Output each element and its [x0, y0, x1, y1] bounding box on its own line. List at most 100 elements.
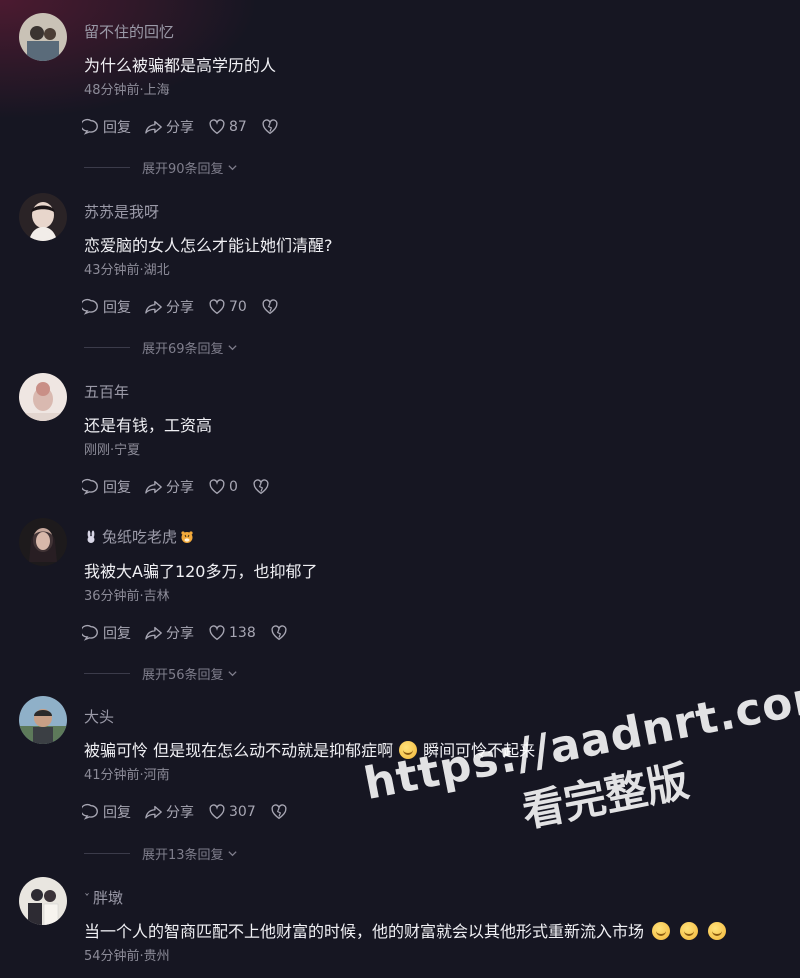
reply-label: 回复: [103, 300, 131, 316]
username-row[interactable]: ˇ 胖墩: [84, 887, 123, 908]
chevron-down-icon: [227, 670, 237, 676]
share-label: 分享: [166, 626, 194, 642]
share-button[interactable]: 分享: [145, 117, 194, 137]
v-badge-icon: ˇ: [84, 892, 90, 906]
share-arrow-icon: [145, 120, 162, 134]
reply-label: 回复: [103, 805, 131, 821]
divider-line: [84, 852, 130, 854]
share-button[interactable]: 分享: [145, 477, 194, 497]
comment-text: 为什么被骗都是高学历的人: [84, 56, 277, 75]
thinking-face-emoji: [708, 922, 727, 940]
username[interactable]: 苏苏是我呀: [84, 201, 159, 222]
reply-label: 回复: [103, 120, 131, 136]
avatar[interactable]: [19, 13, 67, 61]
comment-text-part: 瞬间可怜不起来: [423, 741, 536, 760]
chevron-down-icon: [227, 850, 237, 856]
heart-icon: [209, 299, 225, 315]
comment-actions: 回复 分享 0: [82, 476, 287, 498]
username[interactable]: 大头: [84, 706, 114, 727]
share-label: 分享: [166, 480, 194, 496]
expand-label: 展开69条回复: [142, 341, 224, 357]
reply-button[interactable]: 回复: [82, 297, 131, 317]
comment-text: 我被大A骗了120多万，也抑郁了: [84, 562, 318, 581]
dislike-button[interactable]: [270, 624, 291, 642]
reply-button[interactable]: 回复: [82, 802, 131, 822]
share-arrow-icon: [145, 626, 162, 640]
share-label: 分享: [166, 120, 194, 136]
watermark: https://aadnrt.com 看完整版: [360, 668, 800, 868]
expand-label: 展开56条回复: [142, 667, 224, 683]
dislike-button[interactable]: [270, 803, 291, 821]
comment-actions: 回复 分享 70: [82, 296, 296, 318]
heart-icon: [209, 625, 225, 641]
chevron-down-icon: [227, 164, 237, 170]
heart-icon: [209, 119, 225, 135]
avatar[interactable]: [19, 877, 67, 925]
comment-text: 还是有钱，工资高: [84, 416, 213, 435]
like-button[interactable]: 138: [208, 624, 256, 642]
dislike-button[interactable]: [261, 298, 282, 316]
share-arrow-icon: [145, 300, 162, 314]
avatar[interactable]: [19, 373, 67, 421]
reply-button[interactable]: 回复: [82, 623, 131, 643]
reply-button[interactable]: 回复: [82, 117, 131, 137]
comment-actions: 回复 分享 307: [82, 801, 305, 823]
like-button[interactable]: 307: [208, 803, 256, 821]
username[interactable]: 留不住的回忆: [84, 21, 174, 42]
like-count: 0: [229, 479, 238, 495]
comment-text: 被骗可怜 但是现在怎么动不动就是抑郁症啊 瞬间可怜不起来: [84, 737, 535, 761]
share-button[interactable]: 分享: [145, 802, 194, 822]
thinking-face-emoji: [652, 922, 671, 940]
expand-replies[interactable]: 展开56条回复: [84, 664, 238, 683]
share-button[interactable]: 分享: [145, 297, 194, 317]
comment-text-part: 被骗可怜 但是现在怎么动不动就是抑郁症啊: [84, 741, 394, 760]
expand-label: 展开13条回复: [142, 847, 224, 863]
like-button[interactable]: 0: [208, 478, 238, 496]
like-count: 70: [229, 299, 247, 315]
thinking-face-emoji: [680, 922, 699, 940]
comment-time-location: 36分钟前·吉林: [84, 589, 170, 604]
comment-time-location: 43分钟前·湖北: [84, 263, 170, 278]
comment-time-location: 48分钟前·上海: [84, 83, 170, 98]
speech-bubble-icon: [82, 624, 98, 641]
tiger-icon: [181, 531, 193, 543]
share-button[interactable]: 分享: [145, 623, 194, 643]
username: 兔纸吃老虎: [102, 528, 178, 546]
share-arrow-icon: [145, 805, 162, 819]
like-count: 87: [229, 119, 247, 135]
speech-bubble-icon: [82, 298, 98, 315]
heart-icon: [209, 479, 225, 495]
avatar[interactable]: [19, 518, 67, 566]
divider-line: [84, 166, 130, 168]
avatar[interactable]: [19, 193, 67, 241]
speech-bubble-icon: [82, 803, 98, 820]
share-label: 分享: [166, 805, 194, 821]
like-count: 138: [229, 625, 256, 641]
broken-heart-icon: [262, 119, 278, 135]
avatar[interactable]: [19, 696, 67, 744]
comment-time-location: 刚刚·宁夏: [84, 443, 141, 458]
dislike-button[interactable]: [252, 478, 273, 496]
dislike-button[interactable]: [261, 118, 282, 136]
username[interactable]: 五百年: [84, 381, 129, 402]
broken-heart-icon: [271, 804, 287, 820]
speech-bubble-icon: [82, 118, 98, 135]
comment-actions: 回复 分享 87: [82, 116, 296, 138]
expand-replies[interactable]: 展开69条回复: [84, 338, 238, 357]
username: 胖墩: [93, 889, 124, 907]
share-label: 分享: [166, 300, 194, 316]
username-row[interactable]: 兔纸吃老虎: [84, 526, 198, 547]
reply-button[interactable]: 回复: [82, 477, 131, 497]
expand-replies[interactable]: 展开90条回复: [84, 158, 238, 177]
like-button[interactable]: 70: [208, 298, 247, 316]
expand-replies[interactable]: 展开13条回复: [84, 844, 238, 863]
comment-text: 当一个人的智商匹配不上他财富的时候，他的财富就会以其他形式重新流入市场: [84, 918, 732, 942]
like-button[interactable]: 87: [208, 118, 247, 136]
heart-icon: [209, 804, 225, 820]
comment-actions: 回复 分享 138: [82, 622, 305, 644]
comment-time-location: 41分钟前·河南: [84, 768, 170, 783]
divider-line: [84, 346, 130, 348]
share-arrow-icon: [145, 480, 162, 494]
comment-text-part: 当一个人的智商匹配不上他财富的时候，他的财富就会以其他形式重新流入市场: [84, 922, 645, 941]
speech-bubble-icon: [82, 478, 98, 495]
